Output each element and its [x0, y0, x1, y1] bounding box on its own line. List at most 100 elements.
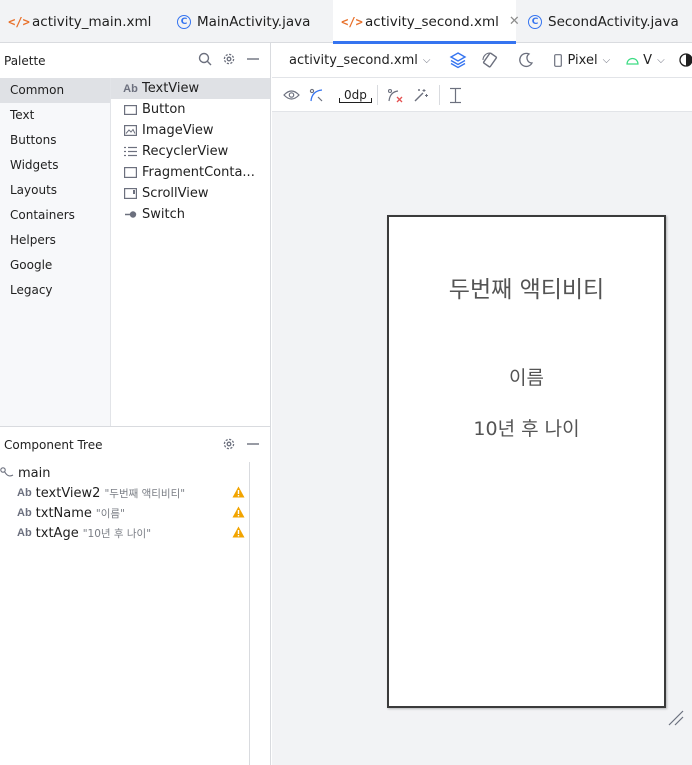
category-buttons[interactable]: Buttons	[0, 128, 110, 153]
gear-icon[interactable]	[222, 437, 236, 454]
file-select-dropdown[interactable]: activity_second.xml ⌵	[289, 53, 430, 68]
android-icon	[626, 56, 639, 65]
toolbar-divider	[438, 85, 440, 105]
category-legacy[interactable]: Legacy	[0, 278, 110, 303]
infer-constraints-icon[interactable]	[413, 88, 428, 103]
warning-icon[interactable]	[232, 486, 245, 502]
tree-node-id: textView2	[35, 485, 101, 501]
device-preview[interactable]: 두번째 액티비티 이름 10년 후 나이	[387, 215, 666, 708]
resize-handle-icon[interactable]	[667, 709, 685, 731]
widget-label: ScrollView	[142, 186, 209, 201]
category-layouts[interactable]: Layouts	[0, 178, 110, 203]
palette-body: Common Text Buttons Widgets Layouts Cont…	[0, 78, 270, 426]
textview-icon: Ab	[123, 82, 138, 95]
tree-node-txtage[interactable]: Ab txtAge "10년 후 나이"	[0, 523, 249, 543]
switch-icon	[123, 210, 138, 219]
gear-icon[interactable]	[222, 52, 236, 69]
category-common[interactable]: Common	[0, 78, 110, 103]
imageview-icon	[123, 125, 138, 136]
title-text-view[interactable]: 두번째 액티비티	[389, 270, 664, 304]
category-containers[interactable]: Containers	[0, 203, 110, 228]
tab-main-activity-java[interactable]: C MainActivity.java	[165, 0, 333, 43]
device-select-dropdown[interactable]: Pixel ⌵	[554, 53, 610, 68]
widget-textview[interactable]: Ab TextView	[111, 78, 270, 99]
tab-label: activity_main.xml	[32, 13, 152, 30]
left-panel: Palette Common Text Buttons Widgets Layo…	[0, 43, 271, 765]
tree-node-label: main	[18, 465, 51, 481]
editor-tab-bar: </> activity_main.xml C MainActivity.jav…	[0, 0, 692, 44]
scrollview-icon	[123, 188, 138, 199]
textview-icon: Ab	[17, 527, 32, 539]
file-select-label: activity_second.xml	[289, 52, 418, 68]
layers-icon[interactable]	[449, 51, 467, 69]
widget-label: Button	[142, 102, 186, 117]
class-icon: C	[175, 14, 193, 29]
tree-node-text: "이름"	[95, 507, 125, 520]
name-text-view[interactable]: 이름	[389, 363, 664, 390]
chevron-down-icon: ⌵	[602, 54, 611, 66]
widget-scrollview[interactable]: ScrollView	[111, 183, 270, 204]
button-icon	[123, 104, 138, 115]
widget-label: FragmentConta...	[142, 165, 255, 180]
default-margin-control[interactable]: 0dp	[339, 88, 372, 103]
rotate-device-icon[interactable]	[481, 51, 499, 69]
tab-second-activity-java[interactable]: C SecondActivity.java	[516, 0, 692, 43]
design-canvas[interactable]: 두번째 액티비티 이름 10년 후 나이	[272, 112, 692, 765]
design-toolbar: activity_second.xml ⌵ Pixel ⌵ V ⌵	[272, 43, 692, 78]
minimize-icon[interactable]	[246, 52, 260, 69]
widget-label: ImageView	[142, 123, 214, 138]
night-mode-icon[interactable]	[518, 52, 534, 68]
eye-icon[interactable]	[283, 89, 300, 101]
textview-icon: Ab	[17, 487, 32, 499]
age-text-view[interactable]: 10년 후 나이	[389, 414, 664, 441]
component-tree-header: Component Tree	[0, 426, 270, 462]
widget-button[interactable]: Button	[111, 99, 270, 120]
widget-label: RecyclerView	[142, 144, 229, 159]
tab-activity-second-xml[interactable]: </> activity_second.xml ✕	[333, 0, 520, 44]
palette-widgets: Ab TextView Button ImageView RecyclerVie…	[111, 78, 270, 426]
search-icon[interactable]	[198, 52, 212, 69]
tab-label: MainActivity.java	[197, 13, 311, 30]
widget-imageview[interactable]: ImageView	[111, 120, 270, 141]
tree-node-textview2[interactable]: Ab textView2 "두번째 액티비티"	[0, 483, 249, 503]
minimize-icon[interactable]	[246, 437, 260, 454]
guidelines-icon[interactable]	[449, 87, 462, 104]
theme-icon[interactable]	[679, 53, 692, 67]
chevron-down-icon: ⌵	[657, 54, 665, 66]
constraint-layout-icon	[0, 466, 18, 480]
device-select-label: Pixel	[567, 52, 598, 68]
palette-title: Palette	[4, 53, 46, 68]
tree-node-main[interactable]: main	[0, 463, 249, 483]
category-google[interactable]: Google	[0, 253, 110, 278]
fragment-icon	[123, 167, 138, 178]
tab-label: activity_second.xml	[365, 13, 499, 30]
palette-categories: Common Text Buttons Widgets Layouts Cont…	[0, 78, 111, 426]
tab-activity-main-xml[interactable]: </> activity_main.xml	[0, 0, 165, 43]
category-helpers[interactable]: Helpers	[0, 228, 110, 253]
widget-fragmentcontainer[interactable]: FragmentConta...	[111, 162, 270, 183]
category-text[interactable]: Text	[0, 103, 110, 128]
warning-icon[interactable]	[232, 526, 245, 542]
xml-file-icon: </>	[8, 14, 30, 29]
component-tree-title: Component Tree	[4, 437, 103, 452]
widget-recyclerview[interactable]: RecyclerView	[111, 141, 270, 162]
tree-node-text: "두번째 액티비티"	[104, 487, 186, 500]
constraint-toolbar: 0dp	[272, 79, 692, 112]
tree-node-text: "10년 후 나이"	[82, 527, 152, 540]
toolbar-divider	[376, 85, 378, 105]
clear-constraints-icon[interactable]	[387, 88, 403, 103]
widget-switch[interactable]: Switch	[111, 204, 270, 225]
palette-header: Palette	[0, 43, 270, 78]
component-tree: main Ab textView2 "두번째 액티비티" Ab txtName …	[0, 462, 250, 765]
api-select-dropdown[interactable]: V ⌵	[626, 53, 665, 68]
default-margin-value: 0dp	[339, 88, 372, 103]
recyclerview-icon	[123, 146, 138, 157]
tree-node-id: txtAge	[35, 525, 79, 541]
tree-node-txtname[interactable]: Ab txtName "이름"	[0, 503, 249, 523]
autoconnect-icon[interactable]	[309, 88, 324, 103]
textview-icon: Ab	[17, 507, 32, 519]
tab-label: SecondActivity.java	[548, 13, 679, 30]
xml-file-icon: </>	[341, 14, 363, 29]
category-widgets[interactable]: Widgets	[0, 153, 110, 178]
warning-icon[interactable]	[232, 506, 245, 522]
